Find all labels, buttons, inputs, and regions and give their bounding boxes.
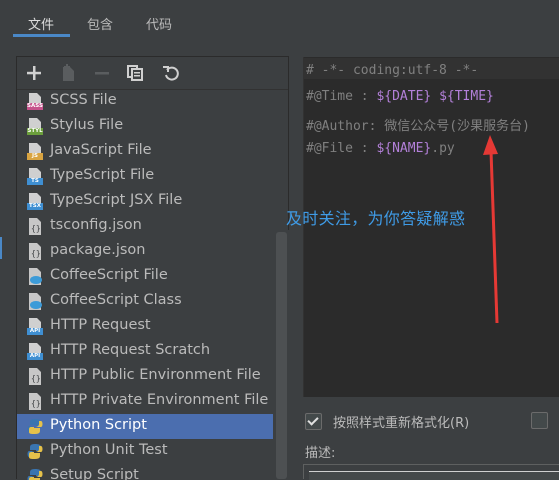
template-item-label: CoffeeScript File bbox=[50, 267, 168, 283]
template-item[interactable]: API HTTP Request Scratch bbox=[17, 339, 274, 364]
template-item[interactable]: CoffeeScript Class bbox=[17, 289, 274, 314]
template-item[interactable]: TS TypeScript File bbox=[17, 164, 274, 189]
code-name-variable: ${NAME} bbox=[376, 141, 432, 156]
code-file-prefix: #@File : bbox=[306, 141, 377, 156]
tab-bar: 文件 包含 代码 bbox=[0, 0, 559, 40]
code-line-2: #@Time : ${DATE} ${TIME} bbox=[306, 89, 494, 104]
active-tab-indicator bbox=[13, 34, 70, 37]
coffeescript-class-icon bbox=[27, 293, 43, 310]
template-item-label: HTTP Public Environment File bbox=[50, 367, 261, 383]
template-item-label: TypeScript JSX File bbox=[50, 192, 183, 208]
template-item[interactable]: JS JavaScript File bbox=[17, 139, 274, 164]
reformat-label: 按照样式重新格式化(R) bbox=[333, 416, 470, 431]
add-icon[interactable] bbox=[22, 61, 46, 85]
file-badge: STYL bbox=[27, 128, 43, 134]
template-list[interactable]: SASS SCSS File STYL Stylus File JS JavaScript… bbox=[17, 89, 274, 480]
reformat-option[interactable]: 按照样式重新格式化(R) bbox=[305, 412, 469, 431]
copy-template-icon[interactable] bbox=[57, 61, 81, 85]
reformat-checkbox[interactable] bbox=[305, 413, 322, 430]
template-item[interactable]: CoffeeScript File bbox=[17, 264, 274, 289]
list-scrollbar-thumb[interactable] bbox=[276, 232, 287, 479]
file-badge: API bbox=[29, 353, 41, 359]
template-item[interactable]: STYL Stylus File bbox=[17, 114, 274, 139]
template-item-label: HTTP Private Environment File bbox=[50, 392, 269, 408]
template-item-label: Python Script bbox=[50, 417, 147, 433]
template-item-label: Setup Script bbox=[50, 467, 139, 480]
svg-text:{}: {} bbox=[31, 249, 41, 258]
template-item-label: tsconfig.json bbox=[50, 217, 142, 233]
python-icon bbox=[27, 443, 43, 460]
code-line-1: # -*- coding:utf-8 -*- bbox=[306, 63, 479, 78]
code-time-prefix: #@Time : bbox=[306, 89, 377, 104]
template-item-label: Python Unit Test bbox=[50, 442, 168, 458]
red-arrow-icon bbox=[483, 135, 499, 324]
description-label: 描述: bbox=[305, 446, 336, 461]
json-file-icon: {} bbox=[27, 368, 43, 385]
http-request-icon: API bbox=[27, 343, 43, 360]
file-badge: API bbox=[29, 328, 41, 334]
template-item[interactable]: {} HTTP Private Environment File bbox=[17, 389, 274, 414]
code-line-3: #@Author: 微信公众号(沙果服务台) bbox=[306, 119, 530, 134]
template-item-label: HTTP Request bbox=[50, 317, 151, 333]
template-item-label: CoffeeScript Class bbox=[50, 292, 182, 308]
template-list-panel: SASS SCSS File STYL Stylus File JS JavaScript… bbox=[16, 56, 289, 480]
file-badge: JS bbox=[31, 153, 38, 159]
template-item[interactable]: Python Unit Test bbox=[17, 439, 274, 464]
typescript-file-icon: TS bbox=[27, 168, 43, 185]
template-toolbar bbox=[17, 57, 288, 90]
tab-includes[interactable]: 包含 bbox=[87, 14, 113, 33]
python-icon bbox=[27, 468, 43, 480]
tsx-file-icon: TSX bbox=[27, 193, 43, 210]
template-item[interactable]: Setup Script bbox=[17, 464, 274, 480]
code-line-4: #@File : ${NAME}.py bbox=[306, 141, 455, 156]
template-item-label: Stylus File bbox=[50, 117, 124, 133]
file-badge: SASS bbox=[27, 103, 43, 109]
template-item[interactable]: SASS SCSS File bbox=[17, 89, 274, 114]
panel-edge-marker bbox=[0, 237, 2, 259]
json-file-icon: {} bbox=[27, 218, 43, 235]
stylus-file-icon: STYL bbox=[27, 118, 43, 135]
python-icon bbox=[27, 418, 43, 435]
remove-icon[interactable] bbox=[90, 61, 114, 85]
template-item-label: TypeScript File bbox=[50, 167, 155, 183]
tab-files[interactable]: 文件 bbox=[28, 14, 54, 33]
second-option-checkbox[interactable] bbox=[531, 412, 548, 429]
code-time-variable: ${TIME} bbox=[439, 89, 494, 104]
file-badge: TSX bbox=[29, 203, 41, 209]
coffeescript-file-icon bbox=[27, 268, 43, 285]
file-badge: TS bbox=[31, 178, 39, 184]
http-request-icon: API bbox=[27, 318, 43, 335]
template-item[interactable]: {} package.json bbox=[17, 239, 274, 264]
json-file-icon: {} bbox=[27, 393, 43, 410]
template-item[interactable]: API HTTP Request bbox=[17, 314, 274, 339]
template-item-label: package.json bbox=[50, 242, 146, 258]
svg-text:{}: {} bbox=[31, 224, 41, 233]
template-item-label: SCSS File bbox=[50, 92, 117, 108]
template-item-label: JavaScript File bbox=[50, 142, 152, 158]
svg-text:{}: {} bbox=[31, 399, 41, 408]
code-date-variable: ${DATE} bbox=[376, 89, 432, 104]
json-file-icon: {} bbox=[27, 243, 43, 260]
template-item[interactable]: TSX TypeScript JSX File bbox=[17, 189, 274, 214]
template-item[interactable]: Python Script bbox=[17, 414, 274, 439]
template-item-label: HTTP Request Scratch bbox=[50, 342, 211, 358]
revert-icon[interactable] bbox=[159, 61, 183, 85]
scss-file-icon: SASS bbox=[27, 93, 43, 110]
template-item[interactable]: {} HTTP Public Environment File bbox=[17, 364, 274, 389]
code-file-suffix: .py bbox=[431, 141, 455, 156]
tab-code[interactable]: 代码 bbox=[146, 14, 172, 33]
javascript-file-icon: JS bbox=[27, 143, 43, 160]
svg-text:{}: {} bbox=[31, 374, 41, 383]
duplicate-icon[interactable] bbox=[123, 61, 147, 85]
template-item[interactable]: {} tsconfig.json bbox=[17, 214, 274, 239]
annotation-text: 及时关注，为你答疑解惑 bbox=[286, 209, 466, 228]
